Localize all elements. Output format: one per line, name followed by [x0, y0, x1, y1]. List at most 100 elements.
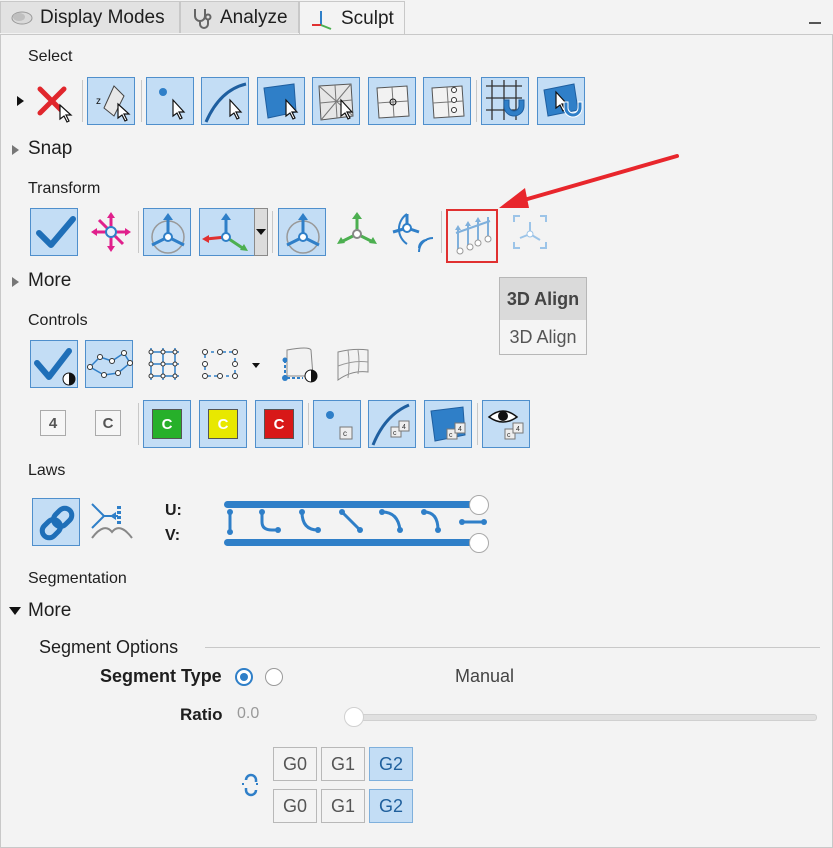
checkmark-icon: [34, 348, 76, 386]
g2-button-row2[interactable]: G2: [369, 789, 413, 823]
cv-border-button[interactable]: [197, 340, 245, 388]
v-law-slider-track[interactable]: [224, 539, 476, 546]
u-label: U:: [165, 502, 182, 519]
tab-display-modes[interactable]: Display Modes: [0, 1, 180, 33]
law-curve-1-icon[interactable]: [260, 512, 278, 532]
pivot-button[interactable]: [87, 208, 135, 256]
g2-button-row1[interactable]: G2: [369, 747, 413, 781]
scan-pivot-button[interactable]: [389, 208, 437, 256]
mesh-select-icon: [318, 83, 354, 121]
snap-expand-icon[interactable]: [12, 145, 19, 155]
ratio-slider-handle[interactable]: [344, 707, 364, 727]
select-surface-button[interactable]: [257, 77, 305, 125]
red-c-button[interactable]: C: [255, 400, 303, 448]
law-curve-2-icon[interactable]: [300, 511, 319, 532]
segment-type-radio-1[interactable]: [235, 668, 253, 686]
section-more-label[interactable]: More: [28, 270, 71, 292]
section-segmentation-label: Segmentation: [28, 570, 127, 587]
cv-grid-button[interactable]: [141, 340, 189, 388]
checkmark-icon: [36, 216, 76, 248]
face-select-icon: [376, 85, 410, 119]
ratio-slider-track[interactable]: [345, 714, 817, 721]
g0-button-row1[interactable]: G0: [273, 747, 317, 781]
cv-hull-button[interactable]: [85, 340, 133, 388]
law-diagonal-icon[interactable]: [340, 510, 362, 532]
blend-law-icon: [91, 503, 133, 539]
corner-cv-icon: [282, 347, 318, 383]
move-local-button[interactable]: [199, 208, 255, 256]
3d-align-button[interactable]: [446, 209, 498, 263]
green-flag-icon: C: [152, 409, 182, 439]
transform-confirm-button[interactable]: [30, 208, 78, 256]
select-magnet-surface-button[interactable]: [537, 77, 585, 125]
select-mesh-button[interactable]: [312, 77, 360, 125]
cv-grid-icon: [148, 348, 179, 380]
g0-button-row2[interactable]: G0: [273, 789, 317, 823]
ratio-label: Ratio: [180, 705, 223, 724]
surface-patch-button[interactable]: [330, 340, 378, 388]
green-c-button[interactable]: C: [143, 400, 191, 448]
move-world-button[interactable]: [143, 208, 191, 256]
chevron-down-icon: [256, 229, 266, 235]
section-snap-label[interactable]: Snap: [28, 138, 72, 160]
select-z-button[interactable]: z: [87, 77, 135, 125]
u-law-slider-track[interactable]: [224, 501, 476, 508]
continuity-c-button[interactable]: C: [85, 400, 133, 448]
cv-hull-icon: [87, 350, 133, 378]
surface-continuity-icon: c4: [430, 406, 466, 442]
move-dropdown-button[interactable]: [254, 208, 268, 256]
svg-text:4: 4: [402, 424, 406, 431]
point-continuity-button[interactable]: c: [313, 400, 361, 448]
tab-label: Sculpt: [341, 7, 394, 29]
tab-analyze[interactable]: Analyze: [180, 1, 299, 33]
more-collapse-icon[interactable]: [9, 607, 21, 615]
degree-4-button[interactable]: 4: [30, 400, 78, 448]
curve-continuity-icon: c4: [371, 403, 410, 446]
law-curve-4-icon[interactable]: [423, 510, 440, 531]
select-cv-row-button[interactable]: [423, 77, 471, 125]
svg-text:c: c: [343, 429, 347, 438]
minimize-icon[interactable]: [809, 22, 821, 24]
select-curve-button[interactable]: [201, 77, 249, 125]
move-green-button[interactable]: [333, 208, 381, 256]
link-segments-icon[interactable]: [240, 770, 266, 800]
g1-button-row1[interactable]: G1: [321, 747, 365, 781]
red-flag-icon: C: [264, 409, 294, 439]
select-point-button[interactable]: [146, 77, 194, 125]
deselect-button[interactable]: [30, 77, 78, 125]
visibility-continuity-button[interactable]: c4: [482, 400, 530, 448]
svg-text:z: z: [96, 96, 101, 107]
tab-sculpt[interactable]: Sculpt: [299, 1, 405, 35]
link-laws-button[interactable]: [32, 498, 80, 546]
point-select-icon: [159, 88, 186, 120]
controls-confirm-button[interactable]: [30, 340, 78, 388]
corner-cv-button[interactable]: [275, 340, 323, 388]
surface-select-icon: [263, 83, 299, 120]
expand-arrow-icon[interactable]: [17, 96, 24, 106]
svg-text:4: 4: [516, 426, 520, 433]
magnet-grid-icon: [486, 80, 525, 120]
badge-4: 4: [40, 410, 66, 436]
eye-icon: c4: [487, 410, 524, 440]
svg-text:c: c: [393, 430, 397, 437]
controls-dropdown-icon[interactable]: [252, 363, 260, 368]
v-law-slider-handle[interactable]: [469, 533, 489, 553]
point-continuity-icon: c: [326, 411, 353, 440]
scan-pivot-icon: [392, 213, 434, 253]
surface-continuity-button[interactable]: c4: [424, 400, 472, 448]
select-face-button[interactable]: [368, 77, 416, 125]
more-expand-icon[interactable]: [12, 277, 19, 287]
yellow-c-button[interactable]: C: [199, 400, 247, 448]
select-magnet-grid-button[interactable]: [481, 77, 529, 125]
move-world-2-button[interactable]: [278, 208, 326, 256]
g1-button-row2[interactable]: G1: [321, 789, 365, 823]
law-curve-3-icon[interactable]: [381, 510, 402, 531]
segment-type-radio-2[interactable]: [265, 668, 283, 686]
section-more-2-label[interactable]: More: [28, 600, 71, 622]
chain-link-icon: [39, 505, 75, 541]
blend-law-button[interactable]: [88, 498, 136, 546]
curve-continuity-button[interactable]: c4: [368, 400, 416, 448]
ratio-value: 0.0: [237, 705, 260, 722]
world-move-icon: [151, 213, 185, 254]
segment-options-title: Segment Options: [39, 637, 179, 657]
